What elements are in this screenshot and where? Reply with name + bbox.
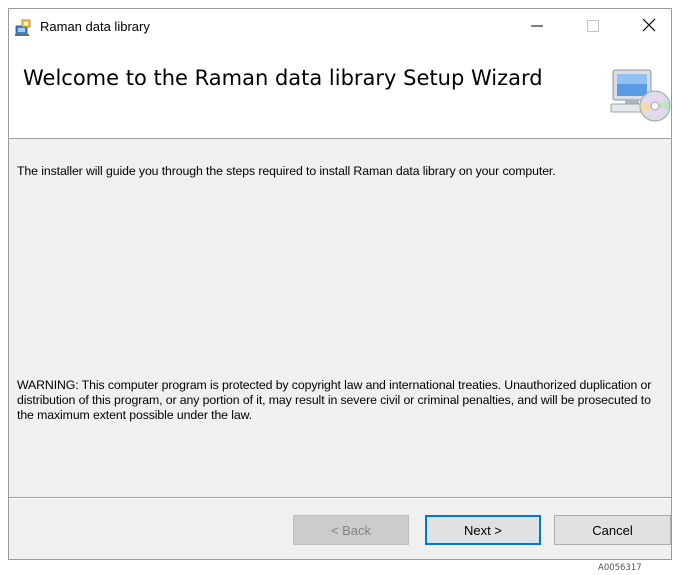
footer-divider [9,497,671,499]
figure-code: A0056317 [598,563,642,573]
cancel-button[interactable]: Cancel [554,515,671,545]
back-button[interactable]: < Back [293,515,409,545]
wizard-header: Welcome to the Raman data library Setup … [9,46,671,139]
maximize-button[interactable] [571,9,615,46]
maximize-icon [587,19,599,37]
close-button[interactable] [627,9,671,46]
wizard-title: Welcome to the Raman data library Setup … [23,66,543,90]
setup-wizard-window: Raman data library Welcome to the Raman … [8,8,672,560]
copyright-warning: WARNING: This computer program is protec… [17,378,652,422]
intro-text: The installer will guide you through the… [17,164,556,178]
next-button[interactable]: Next > [425,515,541,545]
installer-app-icon [14,19,32,37]
minimize-icon [531,19,543,37]
minimize-button[interactable] [515,9,559,46]
close-icon [642,18,656,37]
computer-cd-icon [607,56,671,126]
title-bar[interactable]: Raman data library [9,9,671,46]
window-title: Raman data library [40,19,150,34]
